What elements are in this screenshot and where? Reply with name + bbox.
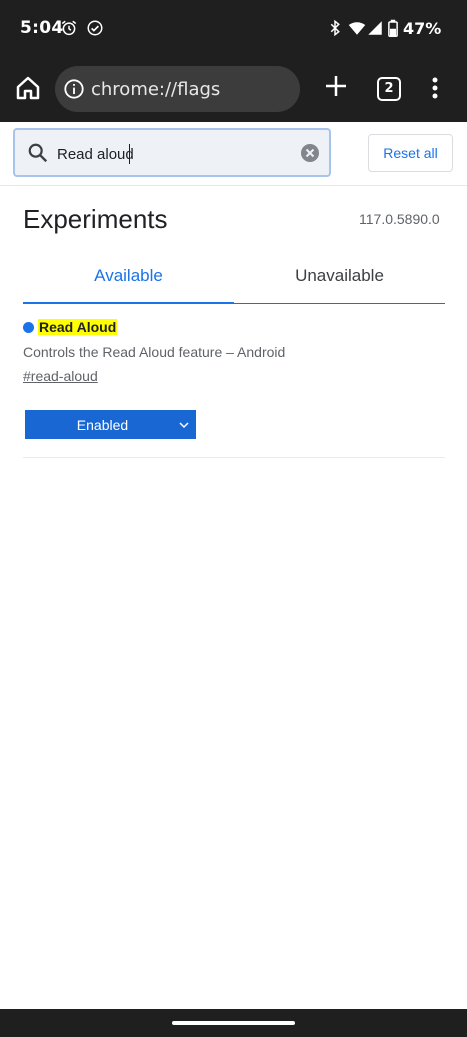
home-icon[interactable] [12, 72, 44, 104]
signal-icon [368, 21, 382, 35]
battery-icon [388, 19, 398, 37]
tab-divider [234, 303, 445, 304]
bluetooth-icon [330, 19, 340, 37]
flag-state-select[interactable]: Enabled [25, 410, 196, 439]
flag-description: Controls the Read Aloud feature – Androi… [23, 344, 286, 360]
chevron-down-icon [179, 422, 189, 429]
clear-icon[interactable] [300, 143, 320, 163]
check-circle-icon [87, 20, 103, 36]
page-title: Experiments [23, 204, 168, 234]
tab-switcher-button[interactable]: 2 [377, 77, 401, 101]
alarm-icon [61, 20, 77, 36]
flag-status-dot [23, 322, 34, 333]
flag-permalink[interactable]: #read-aloud [23, 368, 98, 384]
home-indicator[interactable] [172, 1021, 295, 1025]
info-icon[interactable] [63, 78, 85, 100]
search-box[interactable] [13, 128, 331, 177]
more-vert-icon[interactable] [425, 74, 445, 102]
wifi-icon [348, 22, 366, 35]
version-label: 117.0.5890.0 [359, 211, 440, 227]
reset-all-button[interactable]: Reset all [368, 134, 453, 172]
flags-search-bar: Reset all [0, 122, 467, 186]
flag-item: Read Aloud Controls the Read Aloud featu… [23, 318, 445, 458]
omnibox[interactable]: chrome://flags [55, 66, 300, 112]
search-input[interactable] [57, 143, 277, 165]
search-icon [28, 143, 48, 163]
flag-name: Read Aloud [38, 319, 118, 335]
system-nav-bar [0, 1009, 467, 1037]
status-bar: 5:04 47% [0, 0, 467, 58]
flag-state-value: Enabled [76, 417, 129, 433]
status-time: 5:04 [20, 18, 64, 38]
battery-percent: 47% [403, 19, 442, 38]
url-text: chrome://flags [91, 79, 221, 100]
plus-icon[interactable] [322, 72, 350, 100]
text-caret [129, 144, 130, 164]
browser-toolbar: chrome://flags 2 [0, 58, 467, 122]
tab-available[interactable]: Available [23, 266, 234, 304]
tab-unavailable[interactable]: Unavailable [234, 266, 445, 304]
